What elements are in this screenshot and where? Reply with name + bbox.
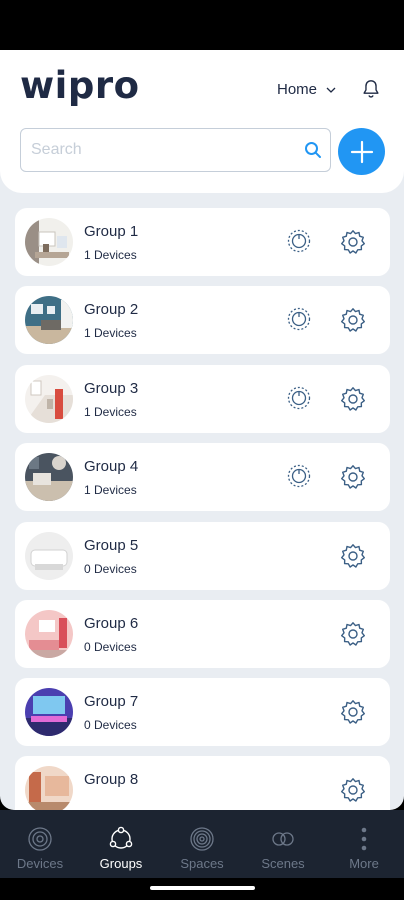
nav-groups[interactable]: Groups xyxy=(81,810,161,878)
search-field xyxy=(20,128,331,172)
gear-icon[interactable] xyxy=(340,621,366,647)
nav-label: Devices xyxy=(16,856,64,871)
home-label: Home xyxy=(277,81,318,98)
gear-icon[interactable] xyxy=(340,229,366,255)
header: wipro Home xyxy=(0,50,404,193)
search-input[interactable] xyxy=(31,129,291,171)
group-device-count: 0 Devices xyxy=(84,640,137,654)
group-name: Group 6 xyxy=(84,615,139,632)
search-icon[interactable] xyxy=(304,141,322,159)
light-control-icon[interactable] xyxy=(286,228,312,254)
group-name: Group 8 xyxy=(84,771,139,788)
nav-label: More xyxy=(349,856,379,871)
group-card[interactable]: Group 8 xyxy=(15,756,390,810)
group-name: Group 4 xyxy=(84,458,139,475)
gear-icon[interactable] xyxy=(340,699,366,725)
nav-label: Spaces xyxy=(180,856,224,871)
light-control-icon[interactable] xyxy=(286,463,312,489)
group-device-count: 1 Devices xyxy=(84,248,137,262)
home-indicator[interactable] xyxy=(150,886,255,890)
gear-icon[interactable] xyxy=(340,777,366,803)
gear-icon[interactable] xyxy=(340,543,366,569)
light-control-icon[interactable] xyxy=(286,385,312,411)
groups-screen: wipro Home Search Group 1 1 Devices Grou… xyxy=(0,50,404,810)
chevron-down-icon xyxy=(326,87,336,93)
group-name: Group 2 xyxy=(84,301,139,318)
bell-icon[interactable] xyxy=(360,78,382,100)
group-card[interactable]: Group 5 0 Devices xyxy=(15,522,390,590)
group-card[interactable]: Group 1 1 Devices xyxy=(15,208,390,276)
group-device-count: 1 Devices xyxy=(84,483,137,497)
nav-scenes[interactable]: Scenes xyxy=(243,810,323,878)
groups-icon xyxy=(109,826,133,849)
plus-icon xyxy=(350,140,373,163)
nav-label: Groups xyxy=(99,856,143,871)
status-bar xyxy=(0,0,404,50)
nav-devices[interactable]: Devices xyxy=(0,810,80,878)
group-name: Group 7 xyxy=(84,693,139,710)
gear-icon[interactable] xyxy=(340,464,366,490)
group-image xyxy=(25,453,73,501)
group-name: Group 1 xyxy=(84,223,139,240)
gear-icon[interactable] xyxy=(340,386,366,412)
group-image xyxy=(25,532,73,580)
group-card[interactable]: Group 3 1 Devices xyxy=(15,365,390,433)
group-image xyxy=(25,688,73,736)
group-device-count: 0 Devices xyxy=(84,562,137,576)
group-card[interactable]: Group 4 1 Devices xyxy=(15,443,390,511)
group-device-count: 1 Devices xyxy=(84,326,137,340)
group-card[interactable]: Group 6 0 Devices xyxy=(15,600,390,668)
group-image xyxy=(25,296,73,344)
group-image xyxy=(25,766,73,810)
add-group-button[interactable] xyxy=(338,128,385,175)
group-image xyxy=(25,375,73,423)
nav-more[interactable]: More xyxy=(324,810,404,878)
gear-icon[interactable] xyxy=(340,307,366,333)
nav-spaces[interactable]: Spaces xyxy=(162,810,242,878)
devices-icon xyxy=(28,827,52,851)
group-device-count: 0 Devices xyxy=(84,718,137,732)
group-card[interactable]: Group 7 0 Devices xyxy=(15,678,390,746)
more-icon xyxy=(361,827,367,851)
group-image xyxy=(25,218,73,266)
scenes-icon xyxy=(272,832,294,846)
group-device-count: 1 Devices xyxy=(84,405,137,419)
group-name: Group 5 xyxy=(84,537,139,554)
wipro-logo: wipro xyxy=(20,64,140,107)
group-image xyxy=(25,610,73,658)
light-control-icon[interactable] xyxy=(286,306,312,332)
bottom-nav: Devices Groups Spaces Scenes More xyxy=(0,810,404,878)
group-name: Group 3 xyxy=(84,380,139,397)
nav-label: Scenes xyxy=(261,856,305,871)
group-card[interactable]: Group 2 1 Devices xyxy=(15,286,390,354)
spaces-icon xyxy=(190,827,214,851)
home-selector[interactable]: Home xyxy=(277,81,337,98)
